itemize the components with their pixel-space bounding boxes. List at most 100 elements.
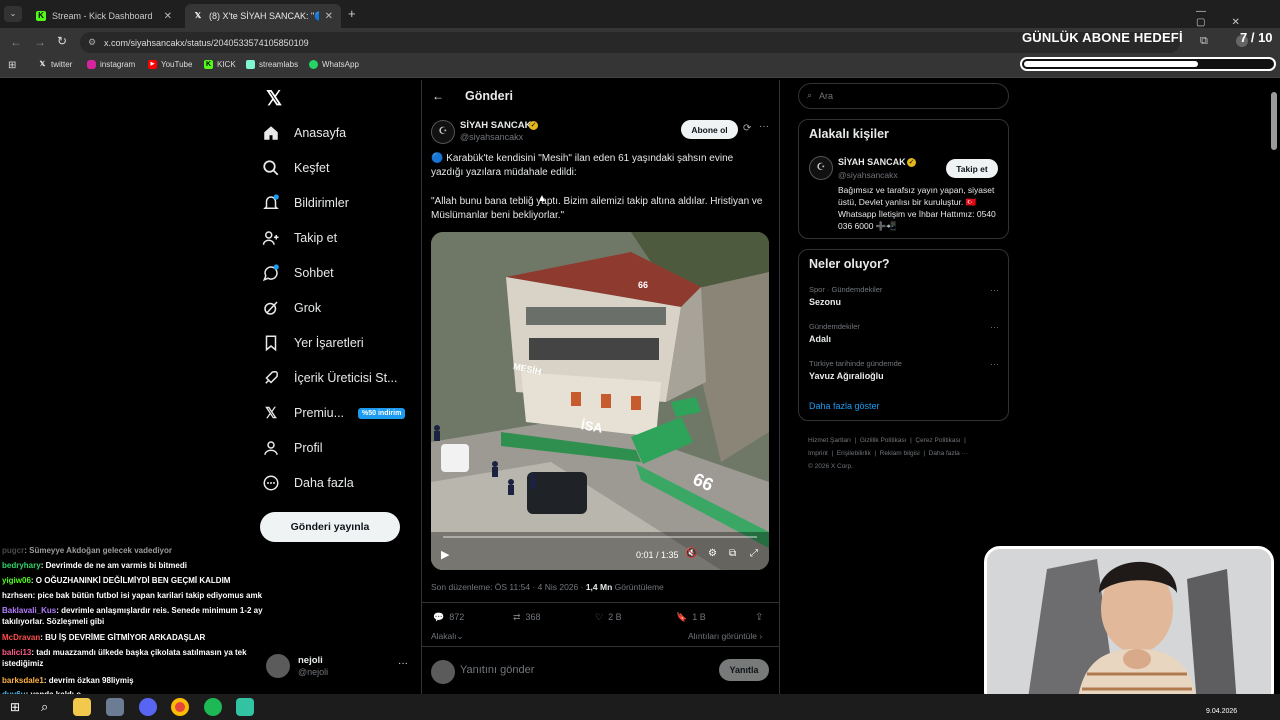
nav-notifications[interactable]: Bildirimler (262, 187, 349, 219)
bookmark-youtube[interactable]: ▶ YouTube (148, 60, 192, 69)
search-icon[interactable]: ⌕ (41, 699, 48, 715)
chat-message: balici13: tadı muazzamdı ülkede başka çi… (2, 648, 247, 668)
pip-icon[interactable]: ⧉ (729, 548, 736, 559)
nav-creator-studio[interactable]: İçerik Üreticisi St... (262, 362, 398, 394)
search-box[interactable]: ⌕ Ara (798, 83, 1009, 109)
sub-goal-fill (1024, 61, 1198, 67)
bookmark-instagram[interactable]: instagram (87, 60, 135, 69)
view-quotes-link[interactable]: Alıntıları görüntüle › (688, 631, 762, 641)
mute-icon[interactable]: 🔇 (685, 548, 697, 559)
chat-user: hzrhsen (2, 591, 33, 600)
chat-user: pugcr (2, 546, 25, 555)
subscribe-button[interactable]: Abone ol (681, 120, 738, 139)
settings-icon[interactable]: ⚙ (708, 548, 717, 559)
chrome-icon[interactable] (171, 698, 189, 716)
page-title: Gönderi (465, 89, 513, 103)
like-action[interactable]: ♡ 2 B (595, 612, 622, 623)
more-icon[interactable]: ··· (990, 285, 999, 295)
play-icon[interactable]: ▶ (441, 548, 449, 561)
trend-item[interactable]: Spor · Gündemdekiler Sezonu ··· (809, 285, 999, 315)
apps-grid-icon[interactable]: ⊞ (8, 60, 16, 71)
more-icon[interactable]: ··· (990, 359, 999, 369)
nav-chat[interactable]: Sohbet (262, 257, 334, 289)
related-name[interactable]: SİYAH SANCAK (838, 157, 906, 167)
footer-line[interactable]: Imprint | Erişilebilirlik | Reklam bilgi… (808, 447, 1013, 460)
new-tab-button[interactable]: + (348, 6, 356, 21)
discord-icon[interactable] (139, 698, 157, 716)
bookmark-action[interactable]: 🔖 1 B (676, 612, 706, 623)
fullscreen-icon[interactable]: ⤢ (750, 548, 758, 559)
show-more-link[interactable]: Daha fazla göster (809, 401, 880, 411)
more-icon: ··· (398, 658, 408, 669)
tab-title: Stream - Kick Dashboard (52, 11, 153, 21)
nav-explore[interactable]: Keşfet (262, 152, 329, 184)
reply-button[interactable]: Yanıtla (719, 659, 769, 681)
window-controls: —▢✕ (1196, 6, 1266, 28)
sort-relevant[interactable]: Alakalı⌄ (431, 631, 464, 642)
file-explorer-icon[interactable] (73, 698, 91, 716)
more-icon[interactable]: ··· (759, 121, 769, 132)
more-circle-icon (263, 475, 279, 491)
follow-button[interactable]: Takip et (946, 159, 998, 178)
trend-item[interactable]: Türkiye tarihinde gündemde Yavuz Ağırali… (809, 359, 999, 389)
back-icon[interactable]: ← (10, 35, 22, 49)
person-icon (264, 441, 278, 455)
reload-icon[interactable]: ↻ (57, 34, 67, 48)
grok-icon[interactable]: ⟳ (743, 123, 751, 134)
spotify-icon[interactable] (204, 698, 222, 716)
author-avatar[interactable]: ☪ (431, 120, 455, 144)
nav-grok[interactable]: Grok (262, 292, 321, 324)
scrollbar[interactable] (1271, 92, 1277, 150)
back-arrow-icon[interactable]: ← (432, 89, 444, 103)
forward-icon[interactable]: → (34, 35, 46, 49)
bookmark-whatsapp[interactable]: WhatsApp (309, 60, 359, 69)
url-text: x.com/siyahsancakx/status/20405335741058… (104, 37, 309, 48)
x-logo-icon: 𝕏 (194, 11, 202, 20)
close-icon[interactable]: ✕ (164, 11, 172, 22)
related-title: Alakalı kişiler (809, 127, 889, 141)
account-switcher[interactable]: nejoli @nejoli ··· (266, 652, 416, 682)
streamlabs-icon[interactable] (236, 698, 254, 716)
site-info-icon[interactable]: ⚙ (88, 37, 96, 48)
view-count: 1,4 Mn (585, 582, 613, 592)
chat-user: yigiw06 (2, 576, 31, 585)
share-icon[interactable]: ⇪ (755, 612, 763, 623)
nav-home[interactable]: Anasayfa (262, 117, 346, 149)
video-player[interactable]: MESİH İSA 66 66 ▶ 0:01 / 1:35 🔇 ⚙ ⧉ ⤢ (431, 232, 769, 570)
nav-follow[interactable]: Takip et (262, 222, 337, 254)
nav-bookmarks[interactable]: Yer İşaretleri (262, 327, 364, 359)
close-icon[interactable]: ✕ (325, 11, 333, 22)
nav-profile[interactable]: Profil (262, 432, 322, 464)
trend-context: Gündemdekiler (809, 322, 860, 331)
related-avatar[interactable]: ☪ (809, 156, 833, 180)
tab-x-post[interactable]: 𝕏 (8) X'te SİYAH SANCAK: "🔵 Ka ✕ (185, 4, 341, 28)
extensions-icon[interactable]: ⧉ (1200, 35, 1208, 48)
tab-list-button[interactable]: ⌄ (4, 6, 22, 22)
bookmark-kick[interactable]: K KICK (204, 60, 236, 69)
chat-message: pugcr: Sümeyye Akdoğan gelecek vadediyor (2, 546, 172, 555)
app-icon[interactable] (106, 698, 124, 716)
windows-start-icon[interactable]: ⊞ (10, 700, 20, 714)
nav-premium[interactable]: 𝕏 Premiu... %50 indirim (262, 397, 406, 429)
more-icon[interactable]: ··· (990, 322, 999, 332)
chat-message: Baklavali_Kus: devrimle anlaşmışlardır r… (2, 606, 263, 626)
account-handle: @nejoli (298, 667, 329, 677)
bookmark-streamlabs[interactable]: streamlabs (246, 60, 298, 69)
trend-name: Sezonu (809, 297, 842, 307)
edit-time: Son düzenleme: ÖS 11:54 · 4 Nis 2026 · (431, 582, 586, 592)
reply-input[interactable]: Yanıtını gönder (460, 664, 534, 676)
bookmark-twitter[interactable]: 𝕏twitter (38, 60, 73, 69)
video-time: 0:01 / 1:35 (636, 550, 679, 560)
video-progress-track[interactable] (443, 536, 757, 538)
author-name[interactable]: SİYAH SANCAK (460, 120, 531, 131)
trend-item[interactable]: Gündemdekiler Adalı ··· (809, 322, 999, 352)
post-button[interactable]: Gönderi yayınla (260, 512, 400, 542)
address-bar[interactable]: ⚙ x.com/siyahsancakx/status/204053357410… (80, 32, 1180, 53)
repost-action[interactable]: ⇄ 368 (513, 612, 541, 623)
nav-more[interactable]: Daha fazla (262, 467, 354, 499)
reply-action[interactable]: 💬 872 (433, 612, 464, 623)
footer-line[interactable]: Hizmet Şartları | Gizlilik Politikası | … (808, 434, 1013, 447)
x-logo-icon[interactable]: 𝕏 (266, 86, 282, 111)
tab-kick-dashboard[interactable]: K Stream - Kick Dashboard ✕ (28, 4, 180, 28)
footer-links: Hizmet Şartları | Gizlilik Politikası | … (808, 434, 1013, 473)
